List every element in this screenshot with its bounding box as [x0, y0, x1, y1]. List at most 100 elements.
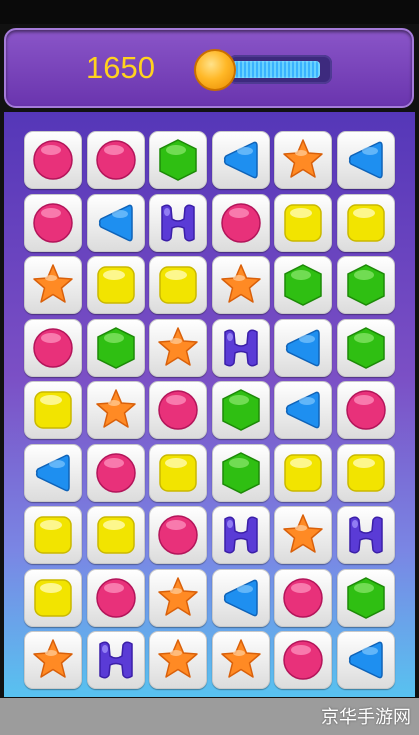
board-cell[interactable] [336, 568, 395, 627]
progress-bar [228, 55, 332, 84]
board-cell[interactable] [274, 568, 332, 627]
score-value: 1650 [86, 50, 155, 85]
circle-candy-icon [33, 140, 73, 180]
h-candy-icon [161, 204, 195, 241]
board-cell[interactable] [274, 631, 332, 689]
board-cell[interactable] [86, 506, 145, 564]
status-bar [0, 0, 419, 24]
board-cell[interactable] [24, 443, 82, 502]
triangle-candy-icon [285, 329, 320, 366]
circle-candy-icon [220, 202, 261, 243]
circle-candy-icon [95, 577, 136, 618]
hexagon-candy-icon [221, 451, 260, 494]
triangle-candy-icon [285, 391, 320, 429]
board-cell[interactable] [86, 193, 145, 252]
square-candy-icon [284, 453, 322, 492]
triangle-candy-icon [35, 454, 70, 491]
star-candy-icon [283, 139, 323, 178]
square-candy-icon [96, 516, 135, 554]
board-cell[interactable] [274, 318, 332, 377]
board-cell[interactable] [86, 631, 145, 689]
square-candy-icon [346, 453, 385, 492]
board-cell[interactable] [24, 631, 82, 689]
board-cell[interactable] [149, 193, 207, 252]
h-candy-icon [223, 329, 258, 366]
board-cell[interactable] [336, 256, 395, 314]
board-cell[interactable] [211, 131, 270, 189]
board-cell[interactable] [24, 381, 82, 439]
board-cell[interactable] [86, 256, 145, 314]
board-cell[interactable] [211, 256, 270, 314]
board-cell[interactable] [86, 568, 145, 627]
board-cell[interactable] [149, 318, 207, 377]
board-cell[interactable] [336, 318, 395, 377]
circle-candy-icon [95, 140, 136, 180]
board-cell[interactable] [211, 381, 270, 439]
board-cell[interactable] [149, 256, 207, 314]
board-cell[interactable] [211, 443, 270, 502]
board-cell[interactable] [211, 318, 270, 377]
star-candy-icon [283, 514, 323, 553]
star-candy-icon [220, 264, 261, 303]
triangle-candy-icon [223, 579, 258, 616]
circle-candy-icon [33, 202, 73, 243]
board-cell[interactable] [24, 256, 82, 314]
square-candy-icon [34, 516, 72, 554]
board-cell[interactable] [149, 568, 207, 627]
circle-candy-icon [95, 452, 136, 493]
circle-candy-icon [283, 640, 323, 680]
star-candy-icon [158, 576, 198, 616]
board-cell[interactable] [274, 443, 332, 502]
board-cell[interactable] [24, 568, 82, 627]
circle-candy-icon [158, 515, 198, 555]
board-cell[interactable] [336, 193, 395, 252]
board-cell[interactable] [86, 318, 145, 377]
bottom-bar: 京华手游网 [0, 698, 419, 735]
board-cell[interactable] [211, 568, 270, 627]
board-cell[interactable] [149, 381, 207, 439]
board-cell[interactable] [336, 506, 395, 564]
triangle-candy-icon [223, 141, 258, 179]
board-cell[interactable] [336, 131, 395, 189]
board-cell[interactable] [211, 193, 270, 252]
board-cell[interactable] [274, 131, 332, 189]
hexagon-candy-icon [346, 264, 385, 306]
progress-bar-fill [232, 61, 320, 78]
board-cell[interactable] [274, 506, 332, 564]
board-cell[interactable] [24, 506, 82, 564]
circle-candy-icon [158, 390, 198, 430]
board-cell[interactable] [336, 381, 395, 439]
board-cell[interactable] [24, 131, 82, 189]
square-candy-icon [159, 266, 197, 304]
board-cell[interactable] [86, 443, 145, 502]
board-cell[interactable] [149, 631, 207, 689]
board-cell[interactable] [149, 443, 207, 502]
board-cell[interactable] [336, 631, 395, 689]
triangle-candy-icon [98, 204, 133, 241]
star-candy-icon [158, 639, 198, 678]
circle-candy-icon [283, 577, 323, 618]
circle-candy-icon [33, 327, 73, 368]
square-candy-icon [284, 203, 322, 242]
hexagon-candy-icon [221, 389, 260, 431]
board-cell[interactable] [274, 193, 332, 252]
star-candy-icon [33, 264, 73, 303]
board-cell[interactable] [86, 131, 145, 189]
h-candy-icon [223, 516, 258, 554]
board-cell[interactable] [149, 506, 207, 564]
board-cell[interactable] [86, 381, 145, 439]
square-candy-icon [159, 453, 197, 492]
board-cell[interactable] [274, 256, 332, 314]
board-cell[interactable] [24, 318, 82, 377]
score-header: 1650 [4, 28, 414, 108]
board-cell[interactable] [274, 381, 332, 439]
board-cell[interactable] [211, 631, 270, 689]
square-candy-icon [96, 266, 135, 304]
board-cell[interactable] [149, 131, 207, 189]
board-cell[interactable] [24, 193, 82, 252]
board-cell[interactable] [336, 443, 395, 502]
board-cell[interactable] [211, 506, 270, 564]
watermark: 京华手游网 [321, 707, 411, 728]
hexagon-candy-icon [284, 264, 322, 306]
hexagon-candy-icon [159, 139, 197, 181]
